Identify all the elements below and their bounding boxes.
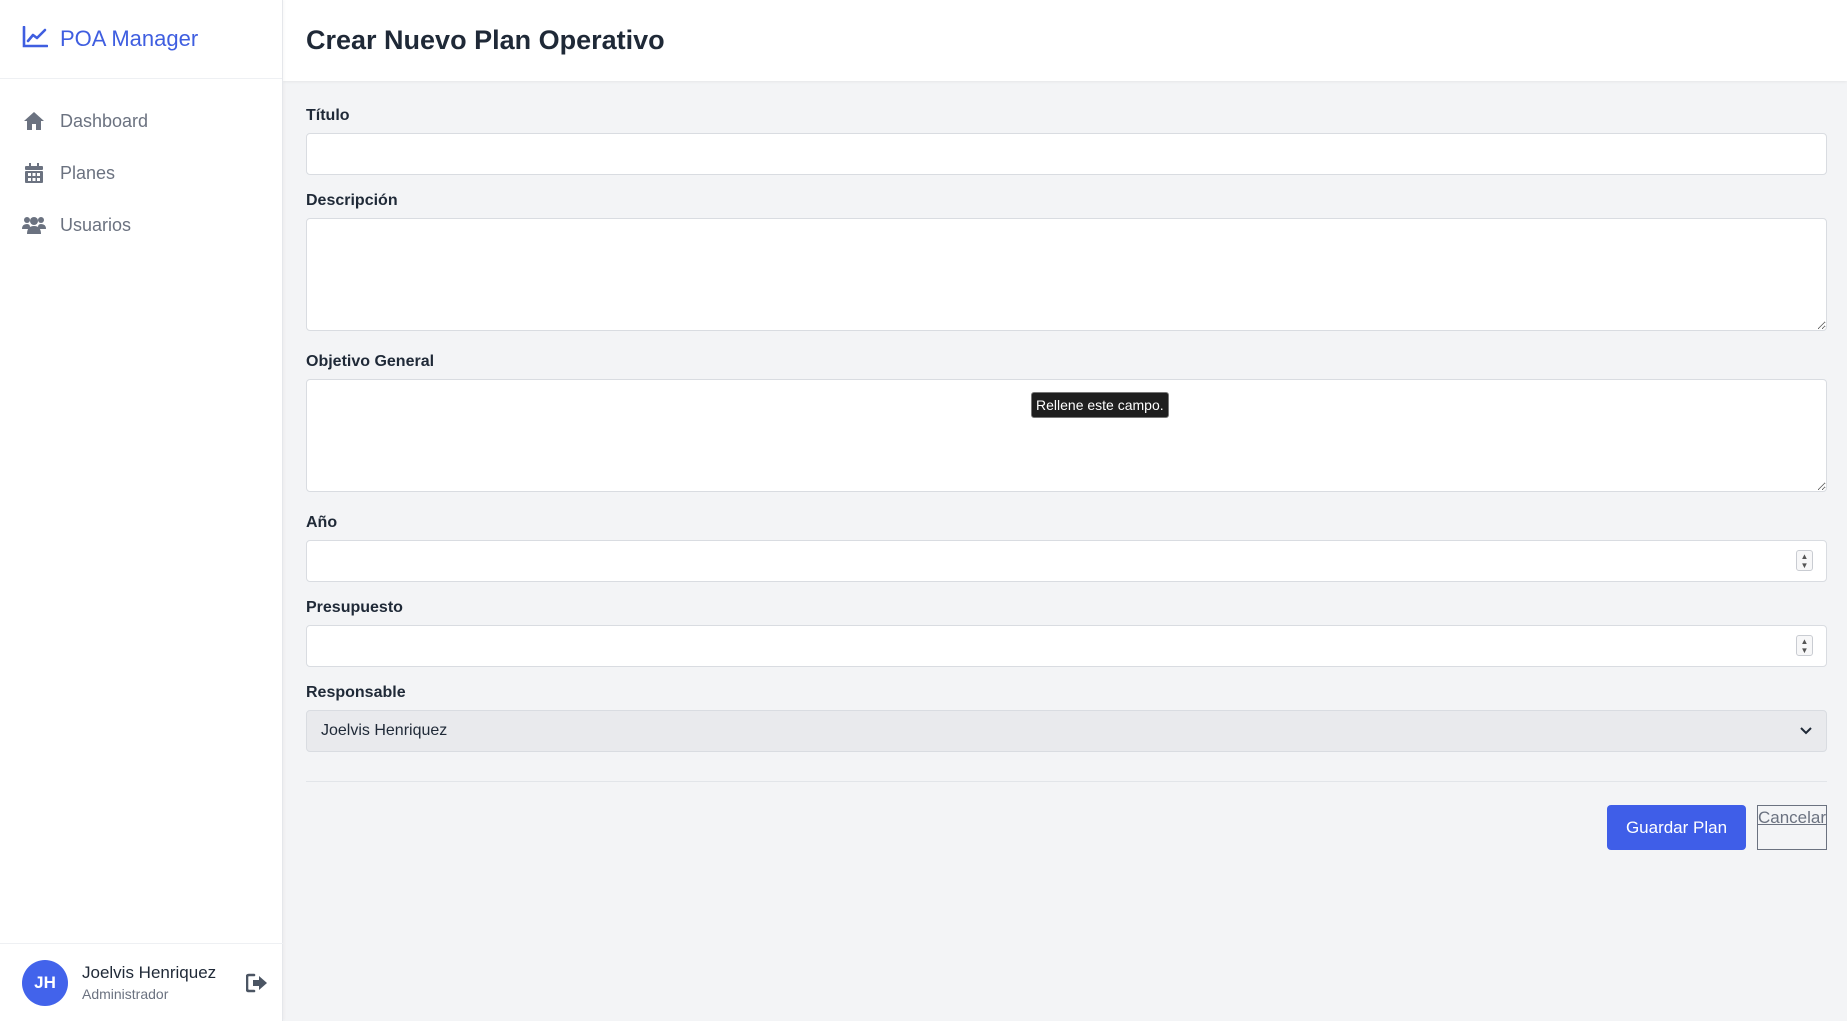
presupuesto-stepper[interactable]: ▲ ▼: [1796, 635, 1813, 656]
users-icon: [22, 213, 46, 237]
plan-form: Título Descripción Objetivo General Año …: [283, 81, 1847, 850]
presupuesto-input[interactable]: [306, 625, 1827, 667]
cancel-button[interactable]: Cancelar: [1757, 805, 1827, 850]
descripcion-textarea[interactable]: [306, 218, 1827, 331]
validation-tooltip: Rellene este campo.: [1031, 392, 1169, 418]
sidebar: POA Manager Dashboard Planes Usuarios JH…: [0, 0, 283, 1021]
chevron-down-icon: ▼: [1800, 645, 1809, 655]
responsable-select[interactable]: Joelvis Henriquez: [306, 710, 1827, 752]
descripcion-label: Descripción: [306, 192, 398, 209]
anio-stepper[interactable]: ▲ ▼: [1796, 550, 1813, 571]
titulo-label: Título: [306, 107, 350, 124]
form-divider: [306, 781, 1827, 782]
chart-line-icon: [22, 25, 49, 53]
sidebar-item-label: Planes: [60, 162, 116, 183]
brand[interactable]: POA Manager: [0, 0, 282, 79]
anio-field: Año ▲ ▼: [306, 514, 1827, 582]
chevron-down-icon: [1800, 722, 1812, 740]
presupuesto-label: Presupuesto: [306, 599, 403, 616]
sidebar-item-planes[interactable]: Planes: [0, 147, 282, 199]
form-actions: Guardar Plan Cancelar: [306, 805, 1827, 850]
user-name: Joelvis Henriquez: [82, 963, 217, 982]
logout-icon[interactable]: [244, 970, 270, 996]
calendar-icon: [22, 161, 46, 185]
save-plan-button[interactable]: Guardar Plan: [1607, 805, 1746, 850]
objetivo-label: Objetivo General: [306, 353, 435, 370]
presupuesto-wrapper: ▲ ▼: [306, 625, 1827, 667]
anio-wrapper: ▲ ▼: [306, 540, 1827, 582]
home-icon: [22, 109, 46, 133]
chevron-up-icon: ▲: [1800, 551, 1809, 561]
titulo-field: Título: [306, 107, 1827, 175]
sidebar-item-label: Usuarios: [60, 214, 132, 235]
sidebar-item-label: Dashboard: [60, 110, 149, 131]
descripcion-field: Descripción: [306, 192, 1827, 336]
objetivo-field: Objetivo General: [306, 353, 1827, 497]
responsable-field: Responsable Joelvis Henriquez: [306, 684, 1827, 752]
user-role: Administrador: [82, 986, 169, 1002]
app: POA Manager Dashboard Planes Usuarios JH…: [0, 0, 1847, 1021]
main-content: Crear Nuevo Plan Operativo Título Descri…: [283, 0, 1847, 1021]
chevron-down-icon: ▼: [1800, 560, 1809, 570]
sidebar-nav: Dashboard Planes Usuarios: [0, 79, 282, 251]
responsable-label: Responsable: [306, 684, 406, 701]
anio-label: Año: [306, 514, 338, 531]
user-profile: JH Joelvis Henriquez Administrador: [0, 943, 283, 1021]
responsable-selected-value: Joelvis Henriquez: [321, 722, 448, 739]
sidebar-item-dashboard[interactable]: Dashboard: [0, 95, 282, 147]
page-header: Crear Nuevo Plan Operativo: [283, 0, 1847, 81]
avatar: JH: [22, 959, 68, 1006]
titulo-input[interactable]: [306, 133, 1827, 175]
anio-input[interactable]: [306, 540, 1827, 582]
user-info: Joelvis Henriquez Administrador: [82, 963, 216, 1002]
chevron-up-icon: ▲: [1800, 636, 1809, 646]
presupuesto-field: Presupuesto ▲ ▼: [306, 599, 1827, 667]
brand-name: POA Manager: [60, 26, 199, 51]
page-title: Crear Nuevo Plan Operativo: [306, 25, 665, 55]
sidebar-item-usuarios[interactable]: Usuarios: [0, 199, 282, 251]
